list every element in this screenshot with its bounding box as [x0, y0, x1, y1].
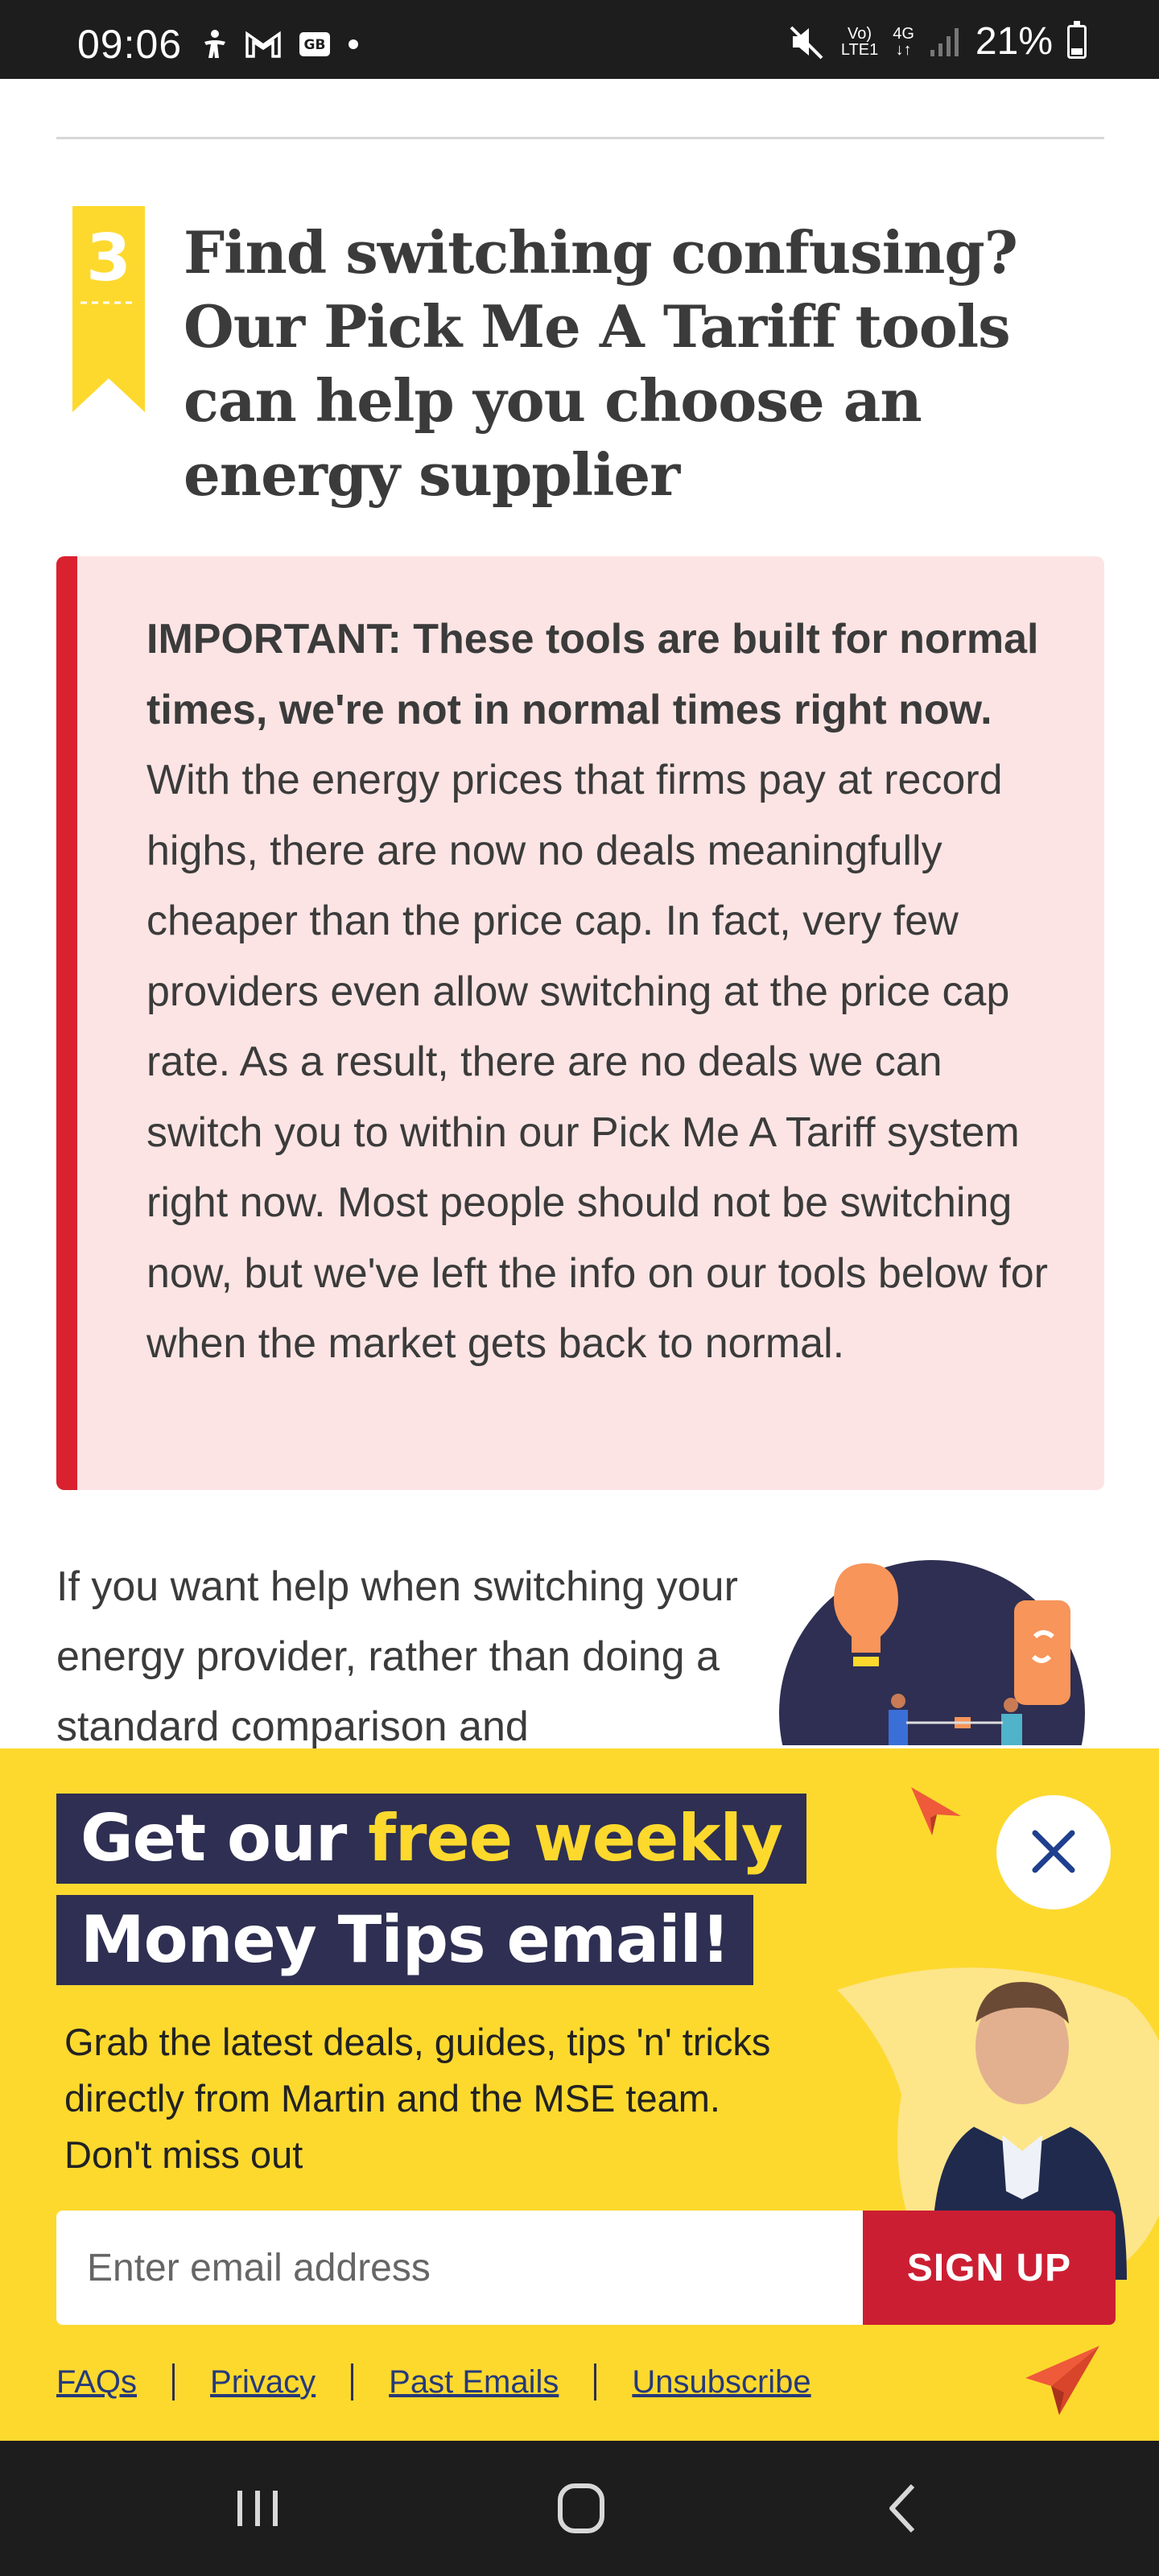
home-button[interactable]: [541, 2476, 621, 2541]
newsletter-signup-panel: Get our free weekly Money Tips email! Gr…: [0, 1748, 1159, 2441]
system-navigation-bar: [0, 2441, 1159, 2576]
gmail-icon: [245, 31, 281, 58]
close-icon: [1032, 1830, 1075, 1872]
lte-label: LTE1: [840, 40, 879, 59]
title-highlight: free weekly: [368, 1801, 783, 1876]
news-icon: GB: [299, 32, 330, 56]
status-time: 09:06: [77, 22, 183, 67]
battery-icon: [1067, 20, 1087, 59]
network-type: 4G ↓↑: [893, 26, 914, 58]
battery-fill: [1071, 47, 1083, 55]
section-divider: [56, 137, 1104, 139]
signal-icon: [930, 27, 959, 56]
volte-indicator: Vo) LTE1: [841, 26, 878, 58]
intro-paragraph: If you want help when switching your ene…: [56, 1563, 738, 1750]
accessibility-icon: [204, 30, 225, 58]
notice-bold-text: IMPORTANT: These tools are built for nor…: [146, 616, 1039, 733]
email-input[interactable]: [56, 2211, 863, 2325]
status-bar: 09:06 GB Vo) LTE1 4G ↓↑ 21%: [0, 0, 1159, 79]
badge-number: 3: [86, 221, 131, 295]
privacy-link[interactable]: Privacy: [210, 2364, 316, 2401]
link-separator: [172, 2363, 175, 2401]
send-plane-icon: [1025, 2346, 1099, 2415]
faqs-link[interactable]: FAQs: [56, 2364, 137, 2401]
sign-up-button[interactable]: SIGN UP: [863, 2211, 1116, 2325]
notification-icons: GB: [201, 29, 359, 60]
switching-illustration: [779, 1560, 1085, 1745]
svg-text:GB: GB: [304, 37, 326, 53]
link-separator: [594, 2363, 597, 2401]
newsletter-title-line2: Money Tips email!: [56, 1895, 754, 1985]
back-button[interactable]: [864, 2476, 945, 2541]
past-emails-link[interactable]: Past Emails: [389, 2364, 559, 2401]
link-separator: [351, 2363, 354, 2401]
network-type-label: 4G: [893, 24, 914, 43]
newsletter-title-line1: Get our free weekly: [56, 1794, 807, 1884]
notice-body-text: With the energy prices that firms pay at…: [146, 757, 1048, 1367]
title-part1: Get our: [80, 1801, 369, 1876]
important-notice: IMPORTANT: These tools are built for nor…: [56, 556, 1104, 1490]
unsubscribe-link[interactable]: Unsubscribe: [632, 2364, 810, 2401]
paper-plane-icon: [911, 1787, 961, 1835]
section-heading: Find switching confusing? Our Pick Me A …: [184, 218, 1018, 509]
dot-icon: [349, 39, 358, 49]
number-ribbon-icon: 3: [72, 206, 145, 412]
newsletter-description: Grab the latest deals, guides, tips 'n' …: [64, 2021, 771, 2176]
close-button[interactable]: [996, 1795, 1111, 1909]
data-arrows-icon: ↓↑: [895, 40, 912, 59]
recent-apps-button[interactable]: [217, 2476, 298, 2541]
mute-icon: [790, 26, 823, 59]
battery-percent: 21%: [975, 20, 1053, 63]
system-icons: Vo) LTE1 4G ↓↑ 21%: [788, 19, 1087, 64]
volte-label: Vo): [848, 24, 872, 43]
newsletter-links: FAQs Privacy Past Emails Unsubscribe: [56, 2363, 811, 2401]
